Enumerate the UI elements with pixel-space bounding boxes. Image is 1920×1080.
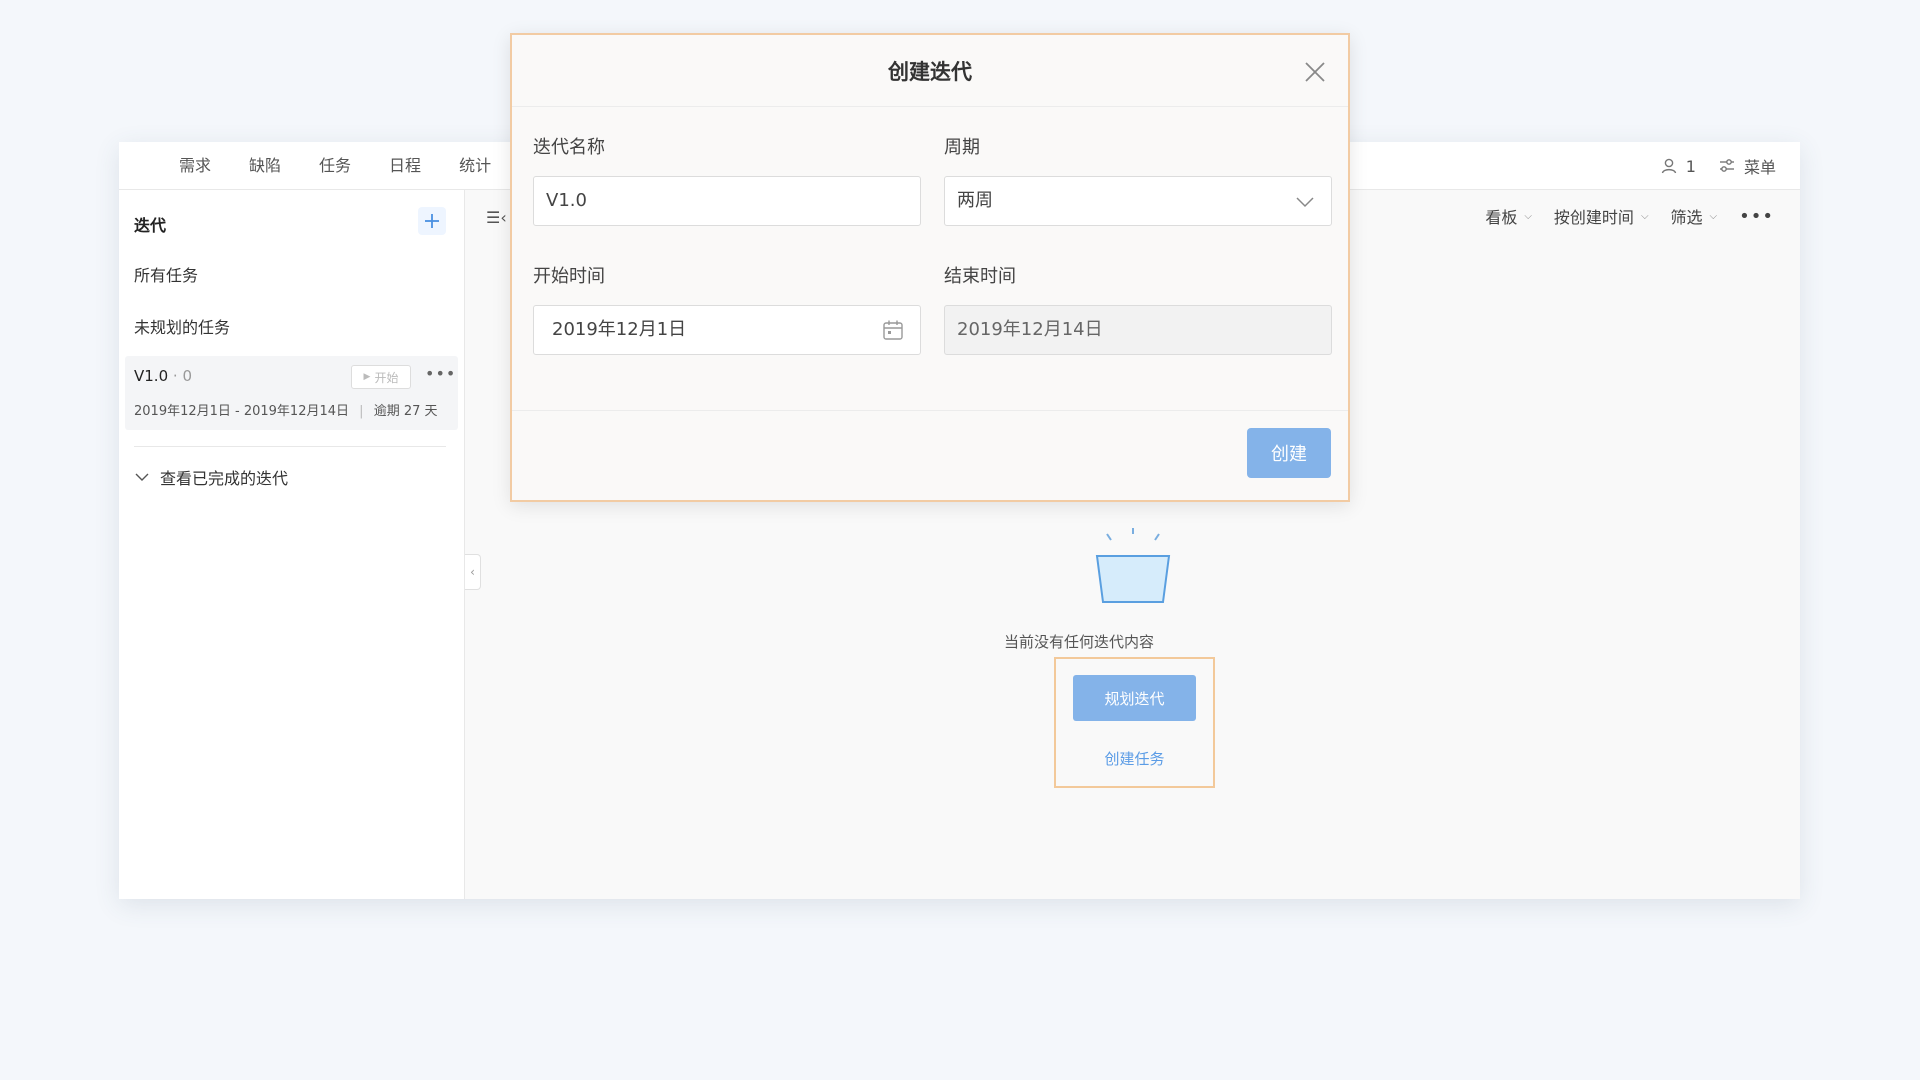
start-iteration-button[interactable]: ▶ 开始 [351,365,411,389]
nav-right-actions: 1 菜单 [1638,142,1776,190]
overdue-text: 逾期 27 天 [373,404,438,419]
sidebar-item-unplanned-tasks[interactable]: 未规划的任务 [134,314,230,338]
chevron-down-icon: ⌵ [1640,210,1649,222]
period-select[interactable]: 两周 [944,176,1332,226]
iteration-sidebar: 迭代 所有任务 未规划的任务 V1.0 · 0 ▶ 开始 ••• 2019年12… [119,190,465,899]
plus-icon [425,214,439,228]
iteration-name: V1.0 [134,367,169,385]
end-date-field: 2019年12月14日 [944,305,1332,355]
chevron-down-icon [135,473,149,481]
iteration-task-count: 0 [182,367,192,385]
tab-schedule[interactable]: 日程 [389,142,421,190]
chevron-down-icon [1296,197,1314,208]
iteration-dates: 2019年12月1日 - 2019年12月14日 [134,404,350,419]
dialog-footer-divider [512,410,1348,411]
menu-button[interactable]: 菜单 [1718,154,1776,178]
tab-tasks[interactable]: 任务 [319,142,351,190]
empty-box-icon [1095,528,1171,603]
start-date-picker[interactable]: 2019年12月1日 [533,305,921,355]
create-iteration-dialog: 创建迭代 迭代名称 V1.0 周期 两周 开始时间 2019年12月1日 结束时… [510,33,1350,502]
end-time-label: 结束时间 [944,266,1016,287]
period-value: 两周 [957,190,993,211]
sort-label: 按创建时间 [1553,208,1634,227]
filter-dropdown[interactable]: 筛选 ⌵ [1671,204,1718,228]
member-count: 1 [1685,156,1696,176]
iteration-name-row: V1.0 · 0 [134,367,192,385]
chevron-left-icon: ‹ [470,565,475,579]
start-time-label: 开始时间 [533,266,605,287]
empty-state-actions: 规划迭代 创建任务 [1054,657,1215,788]
user-icon [1661,158,1676,174]
close-icon[interactable] [1304,61,1326,87]
menu-label: 菜单 [1743,158,1776,177]
calendar-icon [883,320,903,340]
iteration-more-icon[interactable]: ••• [425,364,456,383]
iteration-name-input[interactable]: V1.0 [533,176,921,226]
create-button[interactable]: 创建 [1247,428,1331,478]
tab-statistics[interactable]: 统计 [459,142,491,190]
dialog-title: 创建迭代 [512,35,1348,107]
members-button[interactable]: 1 [1660,157,1696,176]
sidebar-divider [134,446,446,447]
tab-requirements[interactable]: 需求 [179,142,211,190]
sidebar-title: 迭代 [134,216,167,235]
start-date-value: 2019年12月1日 [552,319,687,340]
collapse-sidebar-handle[interactable]: ‹ [465,554,481,590]
toggle-list-icon[interactable]: ☰‹ [486,208,507,227]
sort-dropdown[interactable]: 按创建时间 ⌵ [1554,204,1649,228]
completed-label: 查看已完成的迭代 [160,469,289,488]
iteration-card[interactable]: V1.0 · 0 ▶ 开始 ••• 2019年12月1日 - 2019年12月1… [125,356,458,430]
chevron-down-icon: ⌵ [1709,210,1718,222]
iteration-name-label: 迭代名称 [533,137,605,158]
view-label: 看板 [1485,208,1518,227]
sliders-icon [1719,159,1734,172]
play-icon: ▶ [363,372,371,382]
plan-iteration-button[interactable]: 规划迭代 [1073,675,1196,721]
sidebar-item-all-tasks[interactable]: 所有任务 [134,262,198,286]
view-dropdown[interactable]: 看板 ⌵ [1485,204,1532,228]
chevron-down-icon: ⌵ [1524,210,1532,222]
empty-state-message: 当前没有任何迭代内容 [1003,633,1154,651]
more-options-icon[interactable]: ••• [1739,206,1774,227]
tab-defects[interactable]: 缺陷 [249,142,281,190]
create-task-link[interactable]: 创建任务 [1056,748,1213,769]
filter-label: 筛选 [1670,208,1703,227]
period-label: 周期 [944,137,980,158]
iteration-dates-row: 2019年12月1日 - 2019年12月14日 | 逾期 27 天 [134,404,438,419]
view-completed-iterations[interactable]: 查看已完成的迭代 [134,465,288,489]
start-label: 开始 [374,370,399,385]
main-toolbar: 看板 ⌵ 按创建时间 ⌵ 筛选 ⌵ ••• [1463,204,1774,228]
add-iteration-button[interactable] [418,207,446,235]
nav-tabs: 需求 缺陷 任务 日程 统计 [179,142,529,190]
